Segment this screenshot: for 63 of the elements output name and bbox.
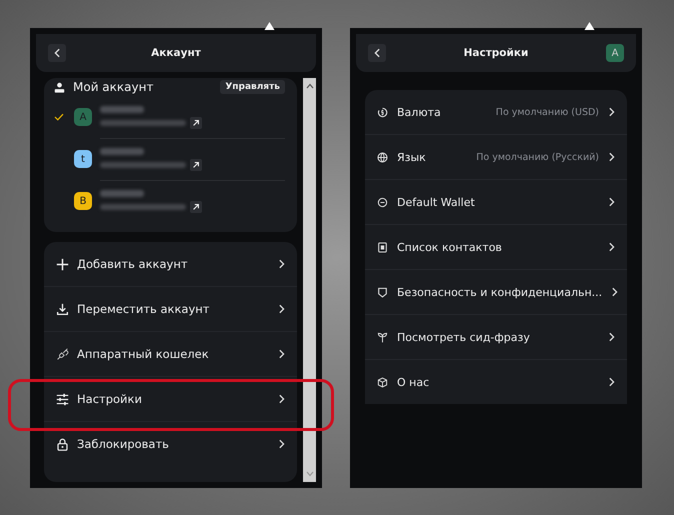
scroll-up-icon[interactable] [306,83,314,89]
account-avatar: A [74,108,92,126]
globe-icon [377,152,388,162]
menu-item[interactable]: Добавить аккаунт [44,242,297,286]
chevron-right-icon [278,394,285,404]
menu-item[interactable]: Переместить аккаунт [44,286,297,331]
blurred-name [100,106,144,112]
download-icon [56,302,69,316]
chain-icon [56,348,69,360]
external-link-icon[interactable] [190,201,202,213]
chevron-right-icon [608,197,615,207]
settings-item[interactable]: Список контактов [365,224,627,269]
blurred-name [100,148,144,155]
chevron-right-icon [608,107,615,117]
settings-item[interactable]: Default Wallet [365,179,627,224]
lock-icon [56,438,69,450]
cube-icon [377,376,388,388]
back-button[interactable] [368,44,386,62]
setting-value: По умолчанию (USD) [496,106,599,118]
settings-item[interactable]: Язык По умолчанию (Русский) [365,134,627,179]
chevron-right-icon [278,349,285,359]
shield-icon [377,286,388,298]
blurred-name [100,190,144,197]
contact-book-icon [377,242,388,252]
chevron-right-icon [608,152,615,162]
account-avatar[interactable]: A [606,44,624,62]
account-avatar: t [74,150,92,168]
back-button[interactable] [48,44,66,62]
section-title: Мой аккаунт [73,80,154,94]
user-icon [54,82,65,92]
account-item[interactable]: t [54,138,285,180]
manage-button[interactable]: Управлять [220,80,285,94]
chevron-left-icon [374,48,380,58]
settings-item[interactable]: Безопасность и конфиденциальн... [365,269,627,314]
account-item[interactable]: B [54,180,285,222]
setting-value: По умолчанию (Русский) [476,152,599,162]
sprout-icon [377,332,388,342]
external-link-icon[interactable] [190,159,202,171]
pointer-icon [584,22,595,30]
chevron-right-icon [611,287,618,297]
settings-item[interactable]: О нас [365,359,627,404]
scrollbar[interactable] [303,78,316,482]
panel-title: Настройки [462,47,530,59]
menu-item[interactable]: Заблокировать [44,421,297,466]
chevron-right-icon [278,259,285,269]
panel-title: Аккаунт [150,47,202,59]
settings-item[interactable]: Посмотреть сид-фразу [365,314,627,359]
account-avatar: B [74,192,92,210]
pointer-icon [264,22,275,30]
menu-item[interactable]: Аппаратный кошелек [44,331,297,376]
chevron-left-icon [54,48,60,58]
minus-circle-icon [377,196,388,208]
settings-item[interactable]: Валюта По умолчанию (USD) [365,90,627,134]
external-link-icon[interactable] [190,116,202,128]
chevron-right-icon [608,377,615,387]
chevron-right-icon [278,304,285,314]
chevron-right-icon [608,242,615,252]
chevron-right-icon [608,332,615,342]
chevron-right-icon [278,439,285,449]
plus-icon [56,258,69,270]
currency-icon [377,106,388,118]
sliders-icon [56,392,69,406]
menu-item[interactable]: Настройки [44,376,297,421]
